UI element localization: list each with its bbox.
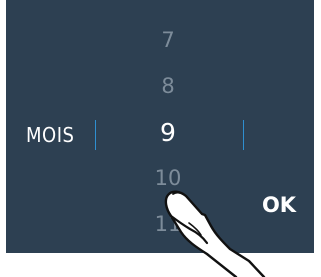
wheel-value-11[interactable]: 11 (138, 212, 198, 236)
selection-divider-right (243, 120, 244, 150)
month-picker-panel: 7 8 9 10 11 MOIS OK (6, 0, 314, 253)
wheel-value-7[interactable]: 7 (138, 28, 198, 52)
wheel-value-8[interactable]: 8 (138, 74, 198, 98)
wheel-value-10[interactable]: 10 (138, 166, 198, 190)
ok-button[interactable]: OK (254, 190, 304, 220)
selection-divider-left (95, 120, 96, 150)
wheel-value-selected[interactable]: 9 (138, 119, 198, 147)
month-label: MOIS (26, 123, 75, 147)
